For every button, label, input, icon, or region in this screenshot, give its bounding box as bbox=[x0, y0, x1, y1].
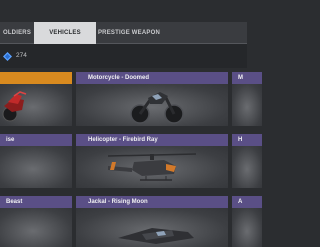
motorcycle-dark-icon bbox=[130, 92, 184, 124]
motorcycle-red-icon bbox=[2, 91, 27, 122]
card-header: H bbox=[232, 134, 262, 146]
card-header: ise bbox=[0, 134, 72, 146]
card-header: Beast bbox=[0, 196, 72, 208]
tab-prestige-weapon[interactable]: PRESTIGE WEAPON bbox=[96, 22, 162, 44]
helicopter-icon bbox=[107, 153, 197, 181]
vehicle-card[interactable]: Beast bbox=[0, 196, 72, 247]
card-header: Motorcycle - Doomed bbox=[76, 72, 228, 84]
card-header: Helicopter - Firebird Ray bbox=[76, 134, 228, 146]
card-header: A bbox=[232, 196, 262, 208]
tab-bar: OLDIERS VEHICLES PRESTIGE WEAPON bbox=[0, 22, 247, 44]
vehicle-card[interactable] bbox=[0, 72, 72, 126]
tab-soldiers[interactable]: OLDIERS bbox=[0, 22, 34, 44]
vehicle-card[interactable]: Motorcycle - Doomed bbox=[76, 72, 228, 126]
vehicle-card[interactable]: A bbox=[232, 196, 262, 247]
jet-icon bbox=[118, 228, 194, 244]
vehicle-card[interactable]: Jackal - Rising Moon bbox=[76, 196, 228, 247]
vehicle-card[interactable]: M bbox=[232, 72, 262, 126]
vehicle-card[interactable]: ise bbox=[0, 134, 72, 188]
card-header: M bbox=[232, 72, 262, 84]
card-header: Jackal - Rising Moon bbox=[76, 196, 228, 208]
diamond-icon bbox=[3, 52, 12, 61]
vehicle-card[interactable]: H bbox=[232, 134, 262, 188]
card-header bbox=[0, 72, 72, 84]
currency-bar: 274 bbox=[0, 44, 247, 68]
vehicle-card[interactable]: Helicopter - Firebird Ray bbox=[76, 134, 228, 188]
tab-vehicles[interactable]: VEHICLES bbox=[34, 22, 96, 44]
currency-count: 274 bbox=[16, 52, 27, 59]
